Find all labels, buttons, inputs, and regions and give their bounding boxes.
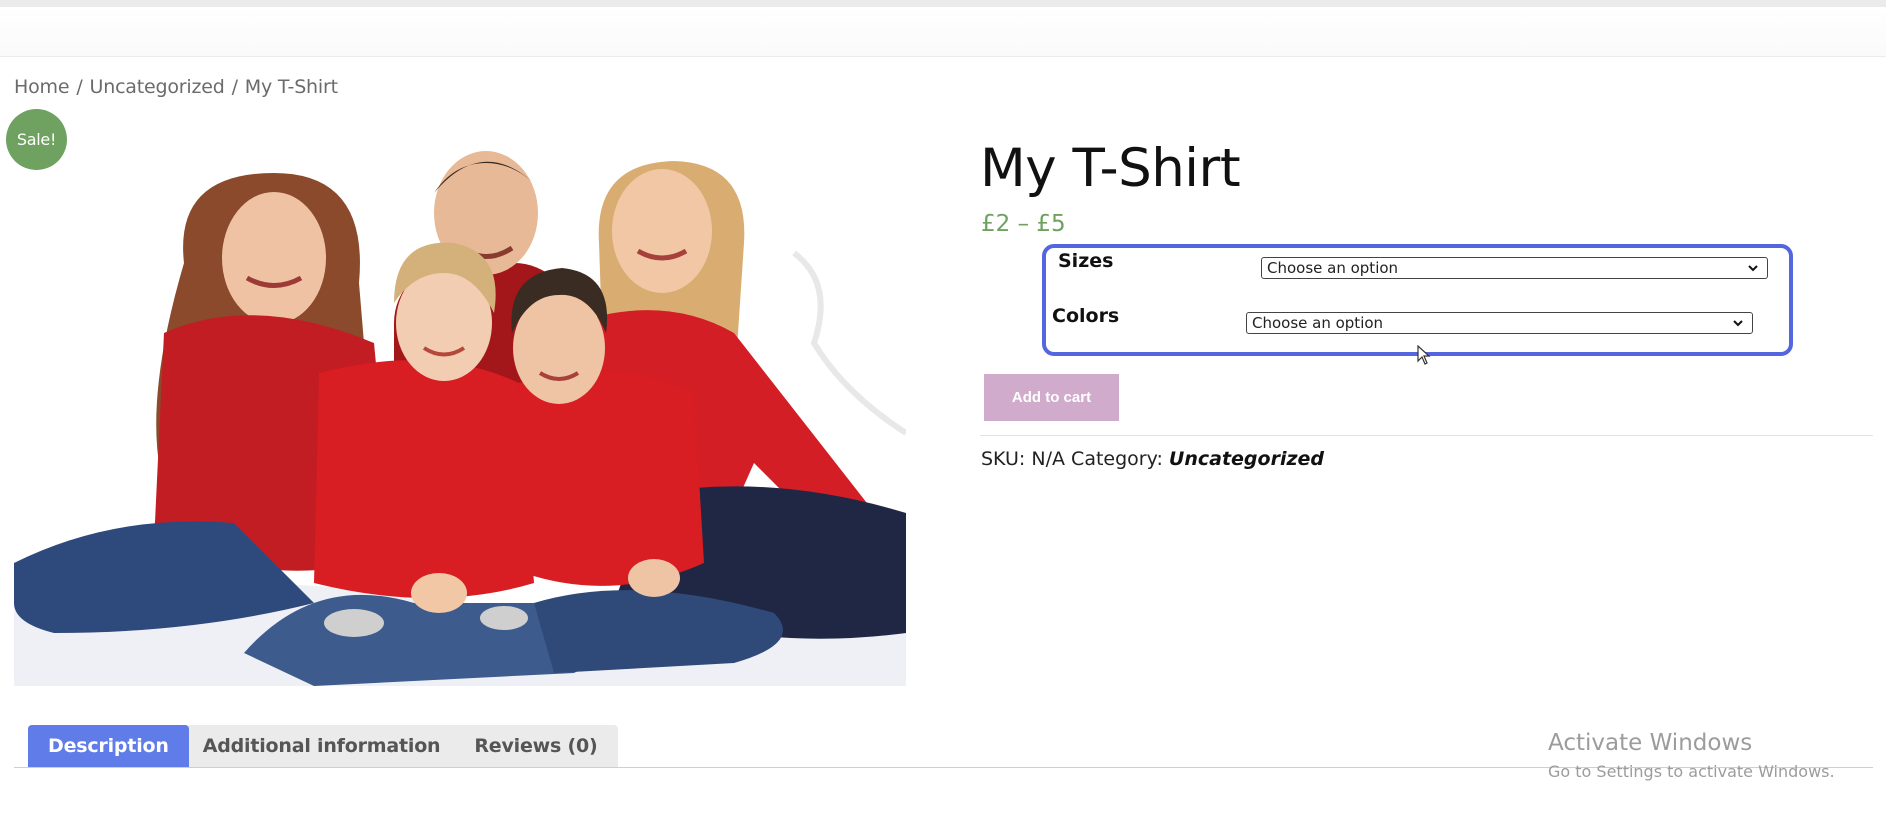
watermark-title: Activate Windows bbox=[1548, 730, 1753, 756]
browser-top-strip bbox=[0, 0, 1886, 7]
breadcrumb-current: My T-Shirt bbox=[244, 76, 338, 98]
category-label: Category: bbox=[1071, 448, 1163, 470]
sock bbox=[480, 606, 528, 630]
tab-reviews[interactable]: Reviews (0) bbox=[454, 725, 617, 767]
sizes-select-value: Choose an option bbox=[1267, 259, 1399, 277]
sizes-label: Sizes bbox=[1058, 250, 1114, 272]
site-header bbox=[0, 7, 1886, 57]
sku-value: N/A bbox=[1031, 448, 1065, 470]
watermark-subtitle: Go to Settings to activate Windows. bbox=[1548, 762, 1835, 781]
product-tabs: Description Additional information Revie… bbox=[28, 725, 618, 767]
breadcrumb: Home / Uncategorized / My T-Shirt bbox=[14, 76, 338, 98]
sale-badge: Sale! bbox=[6, 109, 67, 170]
colors-select-value: Choose an option bbox=[1252, 314, 1384, 332]
sock bbox=[324, 609, 384, 637]
tab-description[interactable]: Description bbox=[28, 725, 189, 767]
breadcrumb-category-link[interactable]: Uncategorized bbox=[90, 76, 225, 98]
breadcrumb-separator: / bbox=[76, 76, 83, 98]
product-image[interactable] bbox=[14, 133, 906, 686]
tab-additional-information[interactable]: Additional information bbox=[189, 725, 455, 767]
product-price: £2 – £5 bbox=[981, 211, 1066, 237]
add-to-cart-button[interactable]: Add to cart bbox=[984, 374, 1119, 421]
sizes-select[interactable]: Choose an option bbox=[1261, 257, 1768, 279]
meta-divider bbox=[980, 435, 1873, 436]
product-title: My T-Shirt bbox=[980, 138, 1241, 199]
breadcrumb-separator: / bbox=[231, 76, 238, 98]
colors-select[interactable]: Choose an option bbox=[1246, 312, 1753, 334]
activate-windows-watermark: Activate Windows Go to Settings to activ… bbox=[1548, 730, 1835, 781]
sku-label: SKU: bbox=[981, 448, 1026, 470]
colors-label: Colors bbox=[1052, 305, 1120, 327]
category-link[interactable]: Uncategorized bbox=[1169, 448, 1324, 470]
chevron-down-icon bbox=[1748, 265, 1758, 272]
mouse-cursor-icon bbox=[1417, 345, 1431, 365]
breadcrumb-home-link[interactable]: Home bbox=[14, 76, 70, 98]
product-meta: SKU: N/A Category: Uncategorized bbox=[981, 448, 1324, 470]
chevron-down-icon bbox=[1733, 320, 1743, 327]
